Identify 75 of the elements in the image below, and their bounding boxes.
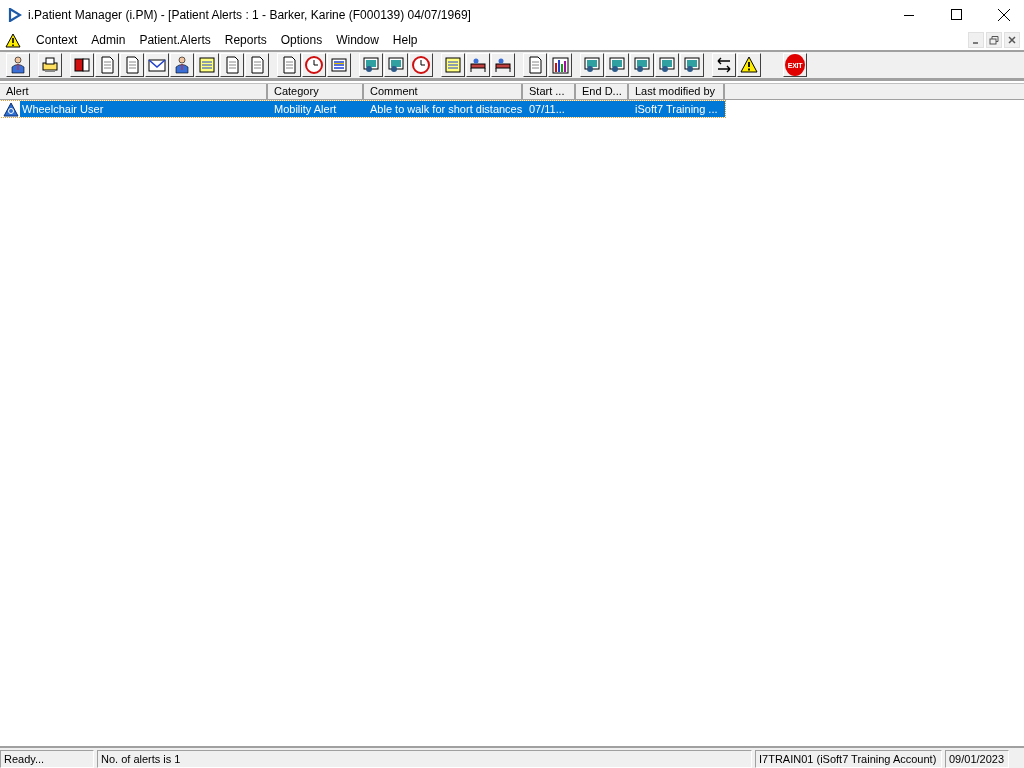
bed-button[interactable] (466, 53, 490, 77)
document-button[interactable] (120, 53, 144, 77)
status-text: No. of alerts is 1 (97, 750, 752, 768)
column-header[interactable]: Comment (364, 84, 523, 100)
column-header[interactable]: Alert (0, 84, 268, 100)
screen-button[interactable] (384, 53, 408, 77)
notepad-icon (197, 55, 217, 75)
screen-icon (607, 55, 627, 75)
notepad-icon (443, 55, 463, 75)
person-button[interactable] (6, 53, 30, 77)
menu-item[interactable]: Window (329, 33, 386, 47)
warning-icon (5, 32, 21, 48)
table-cell: Able to walk for short distances (370, 103, 523, 115)
status-text: Ready... (0, 750, 94, 768)
window-title: i.Patient Manager (i.PM) - [Patient Alerts : 1 - Barker, Karine (F000139) 04/07/1969] (28, 8, 472, 22)
restore-icon[interactable] (986, 32, 1002, 48)
list-icon (329, 55, 349, 75)
table-cell: Mobility Alert (274, 103, 337, 115)
clock-button[interactable] (409, 53, 433, 77)
menu-item[interactable]: Context (29, 33, 85, 47)
bed-button[interactable] (491, 53, 515, 77)
document-button[interactable] (277, 53, 301, 77)
column-header[interactable]: Start ... (523, 84, 576, 100)
printer-icon (40, 55, 60, 75)
table-cell: iSoft7 Training ... (635, 103, 718, 115)
book-icon (72, 55, 92, 75)
clock-icon (411, 55, 431, 75)
warning-button[interactable] (737, 53, 761, 77)
clock-button[interactable] (302, 53, 326, 77)
bar-chart-icon (550, 55, 570, 75)
screen-button[interactable] (359, 53, 383, 77)
screen-icon (386, 55, 406, 75)
screen-icon (657, 55, 677, 75)
notepad-button[interactable] (441, 53, 465, 77)
table-cell: Wheelchair User (22, 103, 104, 115)
column-header[interactable]: Last modified by (629, 84, 725, 100)
document-button[interactable] (523, 53, 547, 77)
menu-item[interactable]: Admin (84, 33, 133, 47)
status-text: I7TRAIN01 (iSoft7 Training Account) (755, 750, 942, 768)
screen-button[interactable] (580, 53, 604, 77)
notepad-button[interactable] (195, 53, 219, 77)
book-button[interactable] (70, 53, 94, 77)
warning-icon (739, 55, 759, 75)
menu-item[interactable]: Help (385, 33, 425, 47)
screen-button[interactable] (605, 53, 629, 77)
screen-icon (682, 55, 702, 75)
screen-button[interactable] (680, 53, 704, 77)
clock-icon (304, 55, 324, 75)
document-button[interactable] (245, 53, 269, 77)
screen-button[interactable] (655, 53, 679, 77)
envelope-button[interactable] (145, 53, 169, 77)
status-text: 09/01/2023 (945, 750, 1009, 768)
printer-button[interactable] (38, 53, 62, 77)
maximize-icon[interactable] (951, 9, 962, 20)
column-header[interactable]: End D... (576, 84, 629, 100)
screen-icon (361, 55, 381, 75)
app-logo-icon (8, 8, 22, 22)
table-row[interactable]: Wheelchair User Mobility Alert Able to walk for short distances 07/11... iSoft7 Training ... (0, 101, 725, 117)
close-icon[interactable] (998, 9, 1010, 21)
screen-icon (632, 55, 652, 75)
swap-arrows-button[interactable] (712, 53, 736, 77)
bar-chart-button[interactable] (548, 53, 572, 77)
table-cell: 07/11... (529, 103, 565, 115)
menu-item[interactable]: Patient.Alerts (132, 33, 218, 47)
document-button[interactable] (95, 53, 119, 77)
list-button[interactable] (327, 53, 351, 77)
person-icon (172, 55, 192, 75)
menu-item[interactable]: Reports (217, 33, 274, 47)
column-header[interactable]: Category (268, 84, 364, 100)
person-button[interactable] (170, 53, 194, 77)
menu-item[interactable]: Options (273, 33, 330, 47)
screen-button[interactable] (630, 53, 654, 77)
document-button[interactable] (220, 53, 244, 77)
person-icon (8, 55, 28, 75)
screen-icon (582, 55, 602, 75)
